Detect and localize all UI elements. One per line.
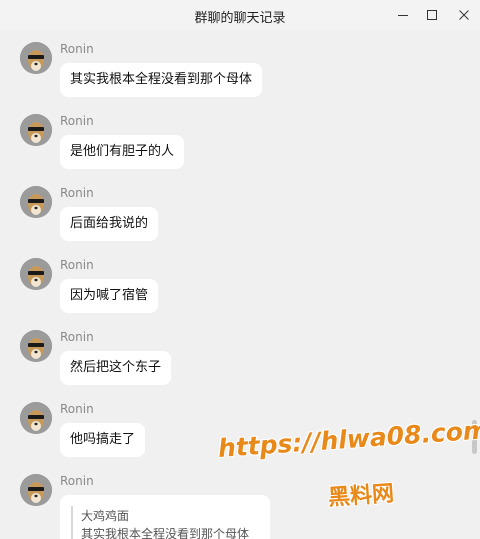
message-bubble[interactable]: 是他们有胆子的人 [60, 135, 185, 169]
dog-avatar-icon [20, 402, 52, 434]
close-icon [459, 10, 469, 20]
avatar[interactable] [20, 42, 52, 74]
sender-name: Ronin [60, 402, 94, 416]
message-bubble[interactable]: 然后把这个东子 [60, 351, 172, 385]
quote-author: 大鸡鸡面 [81, 509, 130, 523]
dog-avatar-icon [20, 186, 52, 218]
message-item: Ronin 因为喊了宿管 [0, 246, 460, 318]
sender-name: Ronin [60, 42, 94, 56]
dog-avatar-icon [20, 42, 52, 74]
maximize-button[interactable] [414, 0, 450, 30]
title-bar[interactable]: 群聊的聊天记录 [0, 0, 480, 30]
message-item: Ronin 后面给我说的 [0, 174, 460, 246]
minimize-icon [398, 15, 408, 16]
avatar[interactable] [20, 114, 52, 146]
message-item: Ronin 是他们有胆子的人 [0, 102, 460, 174]
sender-name: Ronin [60, 114, 94, 128]
sender-name: Ronin [60, 474, 94, 488]
quoted-message-bubble[interactable]: 大鸡鸡面 其实我根本全程没看到那个母体 [60, 495, 270, 539]
message-bubble[interactable]: 他吗搞走了 [60, 423, 146, 457]
dog-avatar-icon [20, 258, 52, 290]
avatar[interactable] [20, 402, 52, 434]
avatar[interactable] [20, 186, 52, 218]
dog-avatar-icon [20, 474, 52, 506]
chat-history-window: 群聊的聊天记录 Ronin 其实我根本全程没看到那个母体 Ronin 是他们有胆… [0, 0, 480, 539]
avatar[interactable] [20, 330, 52, 362]
dog-avatar-icon [20, 114, 52, 146]
message-bubble[interactable]: 后面给我说的 [60, 207, 159, 241]
message-item: Ronin 其实我根本全程没看到那个母体 [0, 30, 460, 102]
message-list[interactable]: Ronin 其实我根本全程没看到那个母体 Ronin 是他们有胆子的人 Roni… [0, 30, 480, 539]
message-item: Ronin 然后把这个东子 [0, 318, 460, 390]
maximize-icon [427, 10, 437, 20]
close-button[interactable] [446, 0, 480, 30]
quote-text: 其实我根本全程没看到那个母体 [81, 527, 250, 539]
dog-avatar-icon [20, 330, 52, 362]
quote-bar [71, 506, 73, 539]
sender-name: Ronin [60, 330, 94, 344]
sender-name: Ronin [60, 258, 94, 272]
sender-name: Ronin [60, 186, 94, 200]
message-bubble[interactable]: 因为喊了宿管 [60, 279, 159, 313]
message-bubble[interactable]: 其实我根本全程没看到那个母体 [60, 63, 263, 97]
avatar[interactable] [20, 474, 52, 506]
watermark-name: 黑料网 [327, 481, 395, 511]
avatar[interactable] [20, 258, 52, 290]
